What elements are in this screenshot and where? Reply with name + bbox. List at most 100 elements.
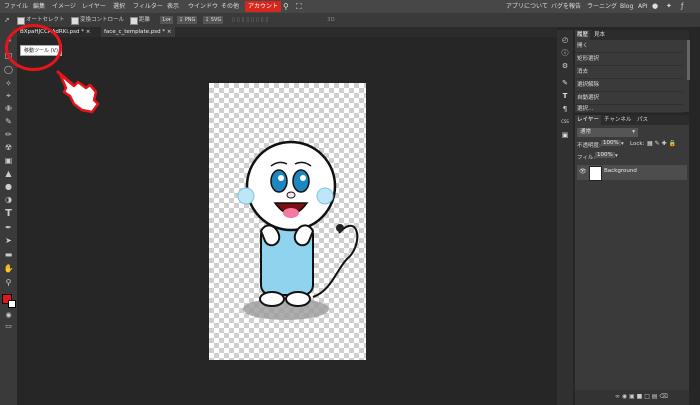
layer-row[interactable]: 👁 Background <box>577 165 687 181</box>
tab-swatches[interactable]: 見本 <box>592 30 607 40</box>
opacity-label: 不透明度: <box>577 143 601 149</box>
history-panel: 履歴 見本 開く 矩形選択 消去 選択解除 自動選択 選択... <box>575 30 689 113</box>
eyedropper-icon[interactable]: ✎ <box>3 116 14 127</box>
history-item[interactable]: 選択解除 <box>575 79 683 92</box>
autoselect-checkbox[interactable] <box>17 17 25 25</box>
tab-document-2[interactable]: face_c_template.psd * × <box>101 27 175 37</box>
facebook-icon[interactable]: ƒ <box>681 0 683 13</box>
document-tabs: BXpaHJCCAAdRKi.psd * × face_c_template.p… <box>17 27 557 37</box>
history-icon[interactable]: ◴ <box>560 35 570 45</box>
eraser-tool-icon[interactable]: ▣ <box>3 155 14 166</box>
opacity-input[interactable]: 100% <box>601 140 621 146</box>
pen-tool-icon[interactable]: ✒ <box>3 222 14 233</box>
link-bug-report[interactable]: バグを報告 <box>551 0 581 13</box>
menu-file[interactable]: ファイル <box>4 0 28 13</box>
hand-tool-icon[interactable]: ✋ <box>3 263 14 274</box>
lock-label: Lock: <box>630 141 645 147</box>
history-item[interactable]: 消去 <box>575 66 683 79</box>
paragraph-icon[interactable]: ¶ <box>560 104 570 114</box>
transform-label: 変換コントロール <box>80 17 125 23</box>
css-icon[interactable]: CSS <box>560 117 570 127</box>
history-item[interactable]: 自動選択 <box>575 92 683 105</box>
tab-paths[interactable]: パス <box>635 115 650 125</box>
tab-channels[interactable]: チャンネル <box>602 115 633 125</box>
move-tool-icon: ➚ <box>4 16 10 24</box>
tab-layers[interactable]: レイヤー <box>575 115 601 125</box>
link-about[interactable]: アプリについて <box>506 0 548 13</box>
layers-header: レイヤー チャンネル パス <box>575 115 689 125</box>
info-icon[interactable]: ⓘ <box>560 48 570 58</box>
character-illustration <box>237 140 359 320</box>
link-blog[interactable]: Blog <box>620 0 633 13</box>
menu-view[interactable]: 表示 <box>167 0 179 13</box>
transform-checkbox[interactable] <box>71 17 79 25</box>
chevron-down-icon[interactable]: ▾ <box>615 153 618 159</box>
close-icon[interactable]: × <box>167 29 172 35</box>
menu-select[interactable]: 選択 <box>113 0 125 13</box>
tools-panel: ➚ □ ◯ ✧ ⌖ ✙ ✎ ✏ ☢ ▣ ▲ ● ◑ T ✒ ➤ ▬ ✋ ⚲ ◉ … <box>0 27 17 405</box>
path-select-icon[interactable]: ➤ <box>3 235 14 246</box>
reddit-icon[interactable]: ● <box>652 0 658 13</box>
clone-stamp-icon[interactable]: ☢ <box>3 142 14 153</box>
layer-name: Background <box>604 168 637 174</box>
menu-filter[interactable]: フィルター <box>133 0 163 13</box>
background-color[interactable] <box>8 300 16 308</box>
lasso-tool-icon[interactable]: ◯ <box>3 64 14 75</box>
blend-mode-select[interactable]: 通常 ▾ <box>577 128 638 137</box>
history-scrollbar[interactable] <box>687 40 690 80</box>
link-learning[interactable]: ラーニング <box>587 0 617 13</box>
menu-window[interactable]: ウインドウ <box>188 0 218 13</box>
fill-label: フィル: <box>577 155 596 161</box>
chevron-down-icon[interactable]: ▾ <box>621 141 624 147</box>
zoom-tool-icon[interactable]: ⚲ <box>3 277 14 288</box>
layer-action-icons[interactable]: ∞ ◉ ▣ ■ □ ▤ ⌫ <box>615 393 668 400</box>
fill-input[interactable]: 100% <box>595 152 615 158</box>
text-tool-icon[interactable]: T <box>3 208 14 219</box>
lock-icons[interactable]: ▦ ✎ ✚ 🔒 <box>647 140 676 147</box>
menu-more[interactable]: その他 <box>221 0 239 13</box>
tab-label: face_c_template.psd * <box>104 29 166 35</box>
distance-checkbox[interactable] <box>130 17 138 25</box>
menu-image[interactable]: イメージ <box>52 0 76 13</box>
search-icon[interactable]: ⚲ <box>283 0 289 13</box>
brush-panel-icon[interactable]: ✎ <box>560 78 570 88</box>
close-icon[interactable]: × <box>86 29 91 35</box>
3d-label[interactable]: 3D <box>327 13 335 27</box>
export-svg-button[interactable]: ↧ SVG <box>203 16 224 24</box>
link-api[interactable]: API <box>638 0 648 13</box>
menu-layer[interactable]: レイヤー <box>82 0 106 13</box>
shape-tool-icon[interactable]: ▬ <box>3 249 14 260</box>
pointing-hand-icon <box>56 70 100 114</box>
layers-panel: レイヤー チャンネル パス 通常 ▾ 不透明度: 100% ▾ Lock: ▦ ✎… <box>575 115 689 390</box>
brush-tool-icon[interactable]: ✏ <box>3 129 14 140</box>
options-bar: ➚ オートセレクト 変換コントロール 距離 1x▾ ↧ PNG ↧ SVG ▯ … <box>0 13 700 27</box>
chevron-down-icon: ▾ <box>632 129 635 135</box>
export-png-button[interactable]: ↧ PNG <box>177 16 198 24</box>
dodge-tool-icon[interactable]: ◑ <box>3 194 14 205</box>
blur-tool-icon[interactable]: ● <box>3 181 14 192</box>
paint-bucket-icon[interactable]: ▲ <box>3 168 14 179</box>
image-icon[interactable]: ▣ <box>560 130 570 140</box>
character-icon[interactable]: T <box>560 91 570 101</box>
zoom-select[interactable]: 1x▾ <box>160 16 173 24</box>
panel-icon-column: ◴ ⓘ ⚙ ✎ T ¶ CSS ▣ <box>557 30 573 405</box>
magic-wand-icon[interactable]: ✧ <box>3 78 14 89</box>
eye-icon[interactable]: 👁 <box>579 168 587 175</box>
align-icons[interactable]: ▯ ▯ ▯ ▯ ▯ ▯ ▯ ▯ <box>232 13 268 27</box>
png-label: PNG <box>184 17 196 23</box>
history-item[interactable]: 開く <box>575 40 683 53</box>
healing-tool-icon[interactable]: ✙ <box>3 103 14 114</box>
menu-edit[interactable]: 編集 <box>33 0 45 13</box>
fullscreen-icon[interactable]: ⛶ <box>296 0 302 13</box>
screen-mode-icon[interactable]: ▭ <box>3 321 14 332</box>
history-header: 履歴 見本 <box>575 30 689 40</box>
zoom-value: 1x <box>162 17 169 23</box>
adjust-icon[interactable]: ⚙ <box>560 61 570 71</box>
quick-mask-icon[interactable]: ◉ <box>3 310 14 321</box>
history-item[interactable]: 選択... <box>575 105 683 113</box>
crop-tool-icon[interactable]: ⌖ <box>3 90 14 101</box>
tab-history[interactable]: 履歴 <box>575 30 591 40</box>
menu-account[interactable]: アカウント <box>245 1 282 12</box>
history-item[interactable]: 矩形選択 <box>575 53 683 66</box>
twitter-icon[interactable]: ✦ <box>666 0 672 13</box>
